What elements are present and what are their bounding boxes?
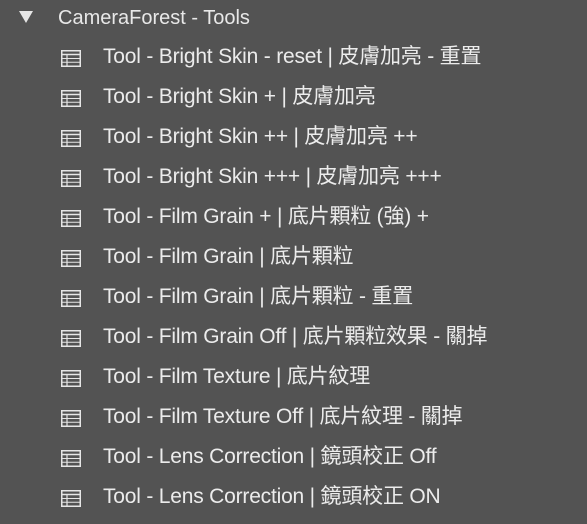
preset-item[interactable]: Tool - Film Grain + | 底片顆粒 (強) +: [0, 198, 587, 238]
preset-list-icon: [61, 250, 81, 267]
preset-list-icon: [61, 370, 81, 387]
preset-label: Tool - Lens Correction | 鏡頭校正 Off: [103, 445, 437, 468]
preset-label: Tool - Film Grain + | 底片顆粒 (強) +: [103, 205, 429, 228]
preset-label: Tool - Film Texture | 底片紋理: [103, 365, 371, 388]
preset-item[interactable]: Tool - Film Grain Off | 底片顆粒效果 - 關掉: [0, 318, 587, 358]
preset-item[interactable]: Tool - Bright Skin ++ | 皮膚加亮 ++: [0, 118, 587, 158]
preset-item[interactable]: Tool - Bright Skin +++ | 皮膚加亮 +++: [0, 158, 587, 198]
preset-item[interactable]: Tool - Lens Correction | 鏡頭校正 ON: [0, 478, 587, 518]
preset-list-icon: [61, 210, 81, 227]
preset-label: Tool - Bright Skin - reset | 皮膚加亮 - 重置: [103, 45, 482, 68]
preset-list-icon: [61, 50, 81, 67]
triangle-down-icon[interactable]: [19, 11, 33, 23]
preset-label: Tool - Bright Skin +++ | 皮膚加亮 +++: [103, 165, 442, 188]
preset-list-icon: [61, 130, 81, 147]
presets-panel: CameraForest - Tools Tool - Bright Skin …: [0, 0, 587, 524]
preset-folder-camera-forest-tools[interactable]: CameraForest - Tools: [0, 0, 587, 36]
preset-item[interactable]: Tool - Bright Skin - reset | 皮膚加亮 - 重置: [0, 38, 587, 78]
preset-item[interactable]: Tool - Bright Skin + | 皮膚加亮: [0, 78, 587, 118]
preset-item[interactable]: Tool - Lens Correction | 鏡頭校正 Off: [0, 438, 587, 478]
preset-label: Tool - Lens Correction | 鏡頭校正 ON: [103, 485, 441, 508]
preset-label: Tool - Film Texture Off | 底片紋理 - 關掉: [103, 405, 463, 428]
preset-label: Tool - Bright Skin ++ | 皮膚加亮 ++: [103, 125, 418, 148]
preset-label: Tool - Bright Skin + | 皮膚加亮: [103, 85, 376, 108]
preset-list-icon: [61, 290, 81, 307]
preset-list-icon: [61, 90, 81, 107]
preset-label: Tool - Film Grain Off | 底片顆粒效果 - 關掉: [103, 325, 488, 348]
preset-item[interactable]: Tool - Film Grain | 底片顆粒 - 重置: [0, 278, 587, 318]
preset-item[interactable]: Tool - Film Grain | 底片顆粒: [0, 238, 587, 278]
preset-list-icon: [61, 330, 81, 347]
preset-list-icon: [61, 450, 81, 467]
folder-label: CameraForest - Tools: [58, 7, 250, 29]
preset-item[interactable]: Tool - Film Texture | 底片紋理: [0, 358, 587, 398]
preset-label: Tool - Film Grain | 底片顆粒: [103, 245, 354, 268]
preset-item[interactable]: Tool - Film Texture Off | 底片紋理 - 關掉: [0, 398, 587, 438]
preset-label: Tool - Film Grain | 底片顆粒 - 重置: [103, 285, 414, 308]
preset-list-icon: [61, 170, 81, 187]
preset-list: Tool - Bright Skin - reset | 皮膚加亮 - 重置 T…: [0, 38, 587, 518]
preset-list-icon: [61, 490, 81, 507]
preset-list-icon: [61, 410, 81, 427]
